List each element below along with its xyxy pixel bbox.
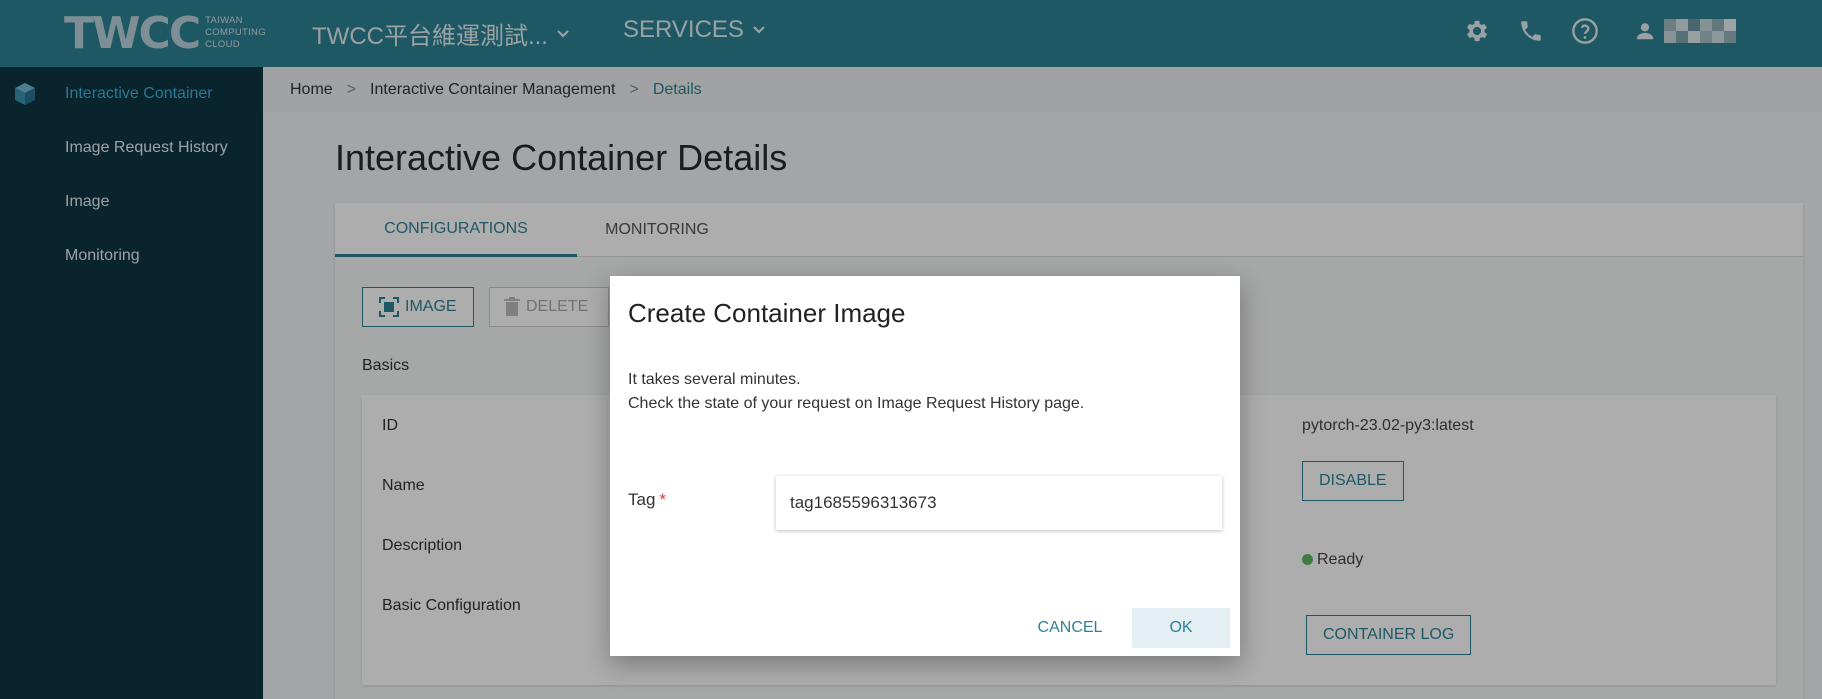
required-marker: * <box>659 490 667 509</box>
ok-button[interactable]: OK <box>1132 608 1230 648</box>
dialog-message-line1: It takes several minutes. <box>628 371 801 388</box>
dialog-message: It takes several minutes. Check the stat… <box>628 368 1084 416</box>
cancel-button[interactable]: CANCEL <box>1030 608 1110 648</box>
tag-label: Tag * <box>628 490 667 509</box>
create-image-dialog: Create Container Image It takes several … <box>610 276 1240 656</box>
tag-input[interactable] <box>776 476 1222 530</box>
dialog-title: Create Container Image <box>628 298 906 328</box>
dialog-message-line2: Check the state of your request on Image… <box>628 395 1085 412</box>
